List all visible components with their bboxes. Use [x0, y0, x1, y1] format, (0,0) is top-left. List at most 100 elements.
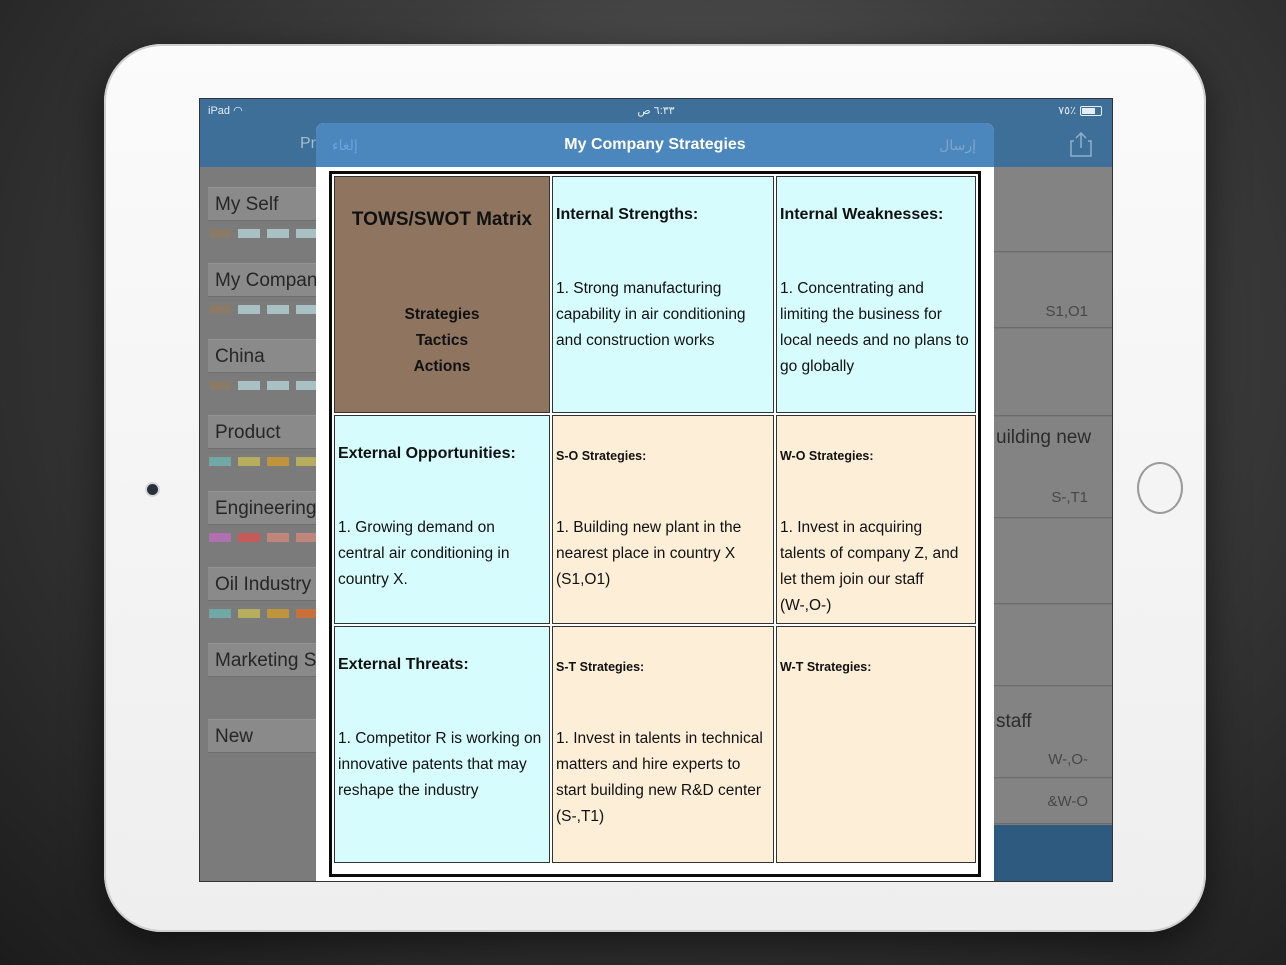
color-tag — [267, 229, 289, 238]
status-time: ٦:٣٣ ص — [637, 105, 675, 117]
color-tag — [267, 609, 289, 618]
color-tag — [267, 457, 289, 466]
detail-row-code: &W-O — [1047, 793, 1088, 810]
sidebar-item[interactable]: My Company — [208, 263, 318, 331]
bottom-toolbar — [994, 825, 1112, 881]
color-tag — [238, 533, 260, 542]
detail-row[interactable] — [994, 167, 1112, 252]
matrix-corner-cell: TOWS/SWOT Matrix Strategies Tactics Acti… — [334, 176, 550, 413]
corner-line-actions: Actions — [413, 358, 471, 375]
color-tag — [296, 229, 318, 238]
sidebar-item[interactable]: Engineering I — [208, 491, 318, 559]
battery-percent: ٧٥٪ — [1058, 105, 1076, 117]
color-tags — [209, 609, 318, 618]
threats-header: External Threats: — [338, 656, 469, 673]
wo-strategies-body: 1. Invest in acquiring talents of compan… — [780, 519, 959, 614]
home-button[interactable] — [1137, 462, 1183, 514]
color-tag — [209, 381, 231, 390]
sidebar-item[interactable]: Product — [208, 415, 318, 483]
color-tag — [267, 305, 289, 314]
strategies-modal: إلغاء My Company Strategies إرسال TOWS/S… — [316, 123, 994, 881]
detail-row-text: uilding new — [996, 427, 1092, 448]
sidebar-item-label: My Self — [208, 187, 316, 221]
detail-row[interactable] — [994, 329, 1112, 416]
detail-row-code: W-,O- — [1048, 751, 1088, 768]
sidebar-item-label: My Company — [208, 263, 316, 297]
detail-row[interactable]: uilding new S-,T1 — [994, 417, 1112, 518]
detail-row[interactable]: staff W-,O- — [994, 687, 1112, 778]
strengths-cell[interactable]: Internal Strengths: 1. Strong manufactur… — [552, 176, 774, 413]
color-tag — [296, 609, 318, 618]
sidebar-item-label: Marketing St — [208, 643, 316, 677]
color-tags — [209, 457, 318, 466]
tows-matrix: TOWS/SWOT Matrix Strategies Tactics Acti… — [329, 171, 981, 877]
corner-line-strategies: Strategies — [404, 306, 480, 323]
threats-cell[interactable]: External Threats: 1. Competitor R is wor… — [334, 626, 550, 863]
battery-indicator: ٧٥٪ — [1058, 104, 1102, 117]
sidebar-item-label: Engineering I — [208, 491, 316, 525]
color-tag — [238, 305, 260, 314]
sidebar-item[interactable]: New — [208, 719, 316, 787]
detail-row-code: S-,T1 — [1051, 489, 1088, 506]
detail-row-code: S1,O1 — [1045, 303, 1088, 320]
nav-title-partial: Pr — [300, 135, 316, 152]
corner-line-tactics: Tactics — [415, 332, 469, 349]
wt-strategies-cell[interactable]: W-T Strategies: — [776, 626, 976, 863]
battery-icon — [1080, 105, 1102, 116]
so-strategies-header: S-O Strategies: — [556, 449, 647, 463]
sidebar-item[interactable]: China — [208, 339, 318, 407]
detail-row[interactable] — [994, 519, 1112, 604]
wo-strategies-cell[interactable]: W-O Strategies: 1. Invest in acquiring t… — [776, 415, 976, 624]
sidebar-item[interactable]: Marketing St — [208, 643, 316, 711]
color-tag — [238, 381, 260, 390]
opportunities-body: 1. Growing demand on central air conditi… — [338, 519, 510, 588]
color-tag — [209, 305, 231, 314]
color-tag — [238, 457, 260, 466]
color-tag — [296, 305, 318, 314]
wo-strategies-header: W-O Strategies: — [780, 449, 874, 463]
front-camera — [147, 484, 158, 495]
sidebar-item-label: Product — [208, 415, 316, 449]
matrix-corner-lines: Strategies Tactics Actions — [335, 302, 549, 380]
wt-strategies-header: W-T Strategies: — [780, 660, 872, 674]
strengths-body: 1. Strong manufacturing capability in ai… — [556, 280, 746, 349]
sidebar-item-label: Oil Industry — [208, 567, 316, 601]
weaknesses-body: 1. Concentrating and limiting the busine… — [780, 280, 969, 375]
detail-row-text: staff — [996, 711, 1032, 732]
strengths-header: Internal Strengths: — [556, 206, 699, 223]
sidebar-item[interactable]: Oil Industry — [208, 567, 318, 635]
st-strategies-cell[interactable]: S-T Strategies: 1. Invest in talents in … — [552, 626, 774, 863]
sidebar-item-label: New — [208, 719, 316, 753]
color-tags — [209, 305, 318, 314]
detail-row[interactable] — [994, 605, 1112, 686]
color-tag — [296, 381, 318, 390]
color-tag — [296, 533, 318, 542]
color-tag — [209, 229, 231, 238]
detail-row[interactable]: &W-O — [994, 779, 1112, 824]
st-strategies-body: 1. Invest in talents in technical matter… — [556, 730, 763, 825]
color-tags — [209, 381, 318, 390]
color-tag — [209, 533, 231, 542]
weaknesses-cell[interactable]: Internal Weaknesses: 1. Concentrating an… — [776, 176, 976, 413]
opportunities-cell[interactable]: External Opportunities: 1. Growing deman… — [334, 415, 550, 624]
ipad-screen: iPad ◠ ٦:٣٣ ص ٧٥٪ Pr My Self My Company Ch… — [199, 98, 1113, 882]
color-tags — [209, 229, 318, 238]
detail-row[interactable]: S1,O1 — [994, 253, 1112, 328]
color-tag — [209, 609, 231, 618]
color-tag — [267, 533, 289, 542]
sidebar-item-label: China — [208, 339, 316, 373]
sidebar: My Self My Company China Product Engineering… — [200, 167, 318, 881]
modal-title: My Company Strategies — [564, 136, 746, 153]
so-strategies-cell[interactable]: S-O Strategies: 1. Building new plant in… — [552, 415, 774, 624]
sidebar-item[interactable]: My Self — [208, 187, 318, 255]
color-tag — [267, 381, 289, 390]
color-tag — [296, 457, 318, 466]
st-strategies-header: S-T Strategies: — [556, 660, 645, 674]
color-tag — [238, 229, 260, 238]
color-tag — [209, 457, 231, 466]
share-icon[interactable] — [1070, 131, 1092, 157]
opportunities-header: External Opportunities: — [338, 445, 516, 462]
detail-panel: S1,O1 uilding new S-,T1 staff W-,O- &W-O — [994, 167, 1112, 881]
so-strategies-body: 1. Building new plant in the nearest pla… — [556, 519, 742, 588]
send-button[interactable]: إرسال — [939, 137, 976, 154]
